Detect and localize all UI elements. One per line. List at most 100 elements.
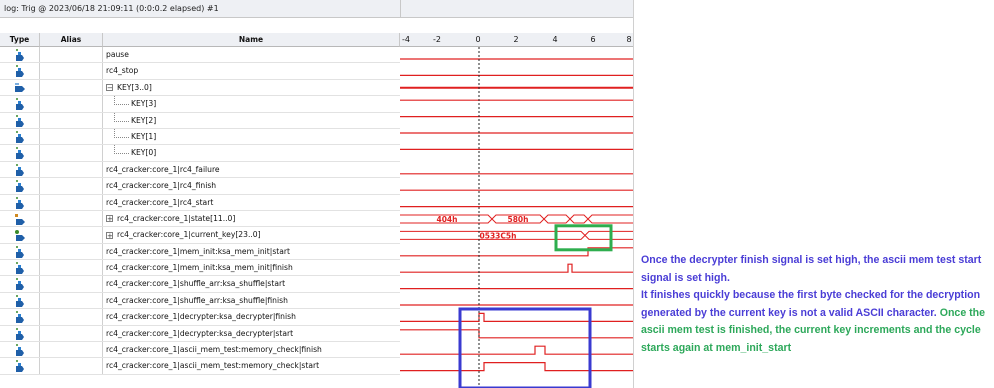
- alias-cell: [40, 96, 103, 112]
- signal-row[interactable]: rc4_cracker:core_1|shuffle_arr:ksa_shuff…: [0, 292, 400, 310]
- log-header-blank: [400, 0, 633, 18]
- signal-row[interactable]: rc4_cracker:core_1|shuffle_arr:ksa_shuff…: [0, 276, 400, 293]
- signal-name: rc4_cracker:core_1|decrypter:ksa_decrypt…: [106, 328, 294, 338]
- collapse-icon[interactable]: −: [106, 84, 113, 92]
- tick-label: 6: [590, 35, 596, 44]
- type-cell: [0, 194, 40, 210]
- column-header-name[interactable]: Name: [103, 33, 400, 47]
- expand-icon[interactable]: +: [106, 215, 113, 223]
- bus-segment: [569, 214, 589, 224]
- signal-name-cell: KEY[1]: [103, 128, 400, 144]
- input-pin-icon: [16, 311, 24, 324]
- signal-row[interactable]: KEY[3]: [0, 96, 400, 113]
- input-pin-icon: [16, 49, 24, 61]
- signal-name-cell: rc4_cracker:core_1|ascii_mem_test:memory…: [103, 342, 400, 357]
- signal-trace: [400, 345, 633, 355]
- signal-row[interactable]: rc4_cracker:core_1|ascii_mem_test:memory…: [0, 342, 400, 359]
- signal-name-cell: + rc4_cracker:core_1|current_key[23..0]: [103, 227, 400, 242]
- input-pin-icon: [16, 262, 24, 275]
- input-pin-icon: [16, 65, 24, 78]
- signal-name: rc4_cracker:core_1|state[11..0]: [117, 213, 236, 223]
- input-pin-icon: [16, 245, 24, 258]
- annotation-blue-2: It finishes quickly because the first by…: [641, 289, 981, 319]
- signal-name: KEY[3]: [131, 99, 157, 109]
- signal-row[interactable]: rc4_cracker:core_1|rc4_failure: [0, 161, 400, 179]
- alias-cell: [40, 128, 103, 145]
- signal-name-cell: rc4_stop: [103, 63, 400, 78]
- signal-row[interactable]: + rc4_cracker:core_1|current_key[23..0]: [0, 227, 400, 244]
- signal-row[interactable]: rc4_cracker:core_1|mem_init:ksa_mem_init…: [0, 243, 400, 261]
- alias-cell: [40, 161, 103, 178]
- signal-name: KEY[3..0]: [117, 82, 152, 92]
- bus-input-icon: [15, 82, 25, 92]
- bus-value-label: 580h: [508, 215, 529, 224]
- signal-name: rc4_cracker:core_1|ascii_mem_test:memory…: [106, 345, 322, 355]
- signal-name: KEY[2]: [131, 115, 157, 125]
- input-pin-icon: [16, 114, 24, 127]
- signal-row[interactable]: rc4_cracker:core_1|mem_init:ksa_mem_init…: [0, 260, 400, 277]
- bus-segment: [584, 230, 633, 240]
- expand-icon[interactable]: +: [106, 231, 113, 239]
- input-pin-icon: [16, 327, 24, 340]
- signal-row[interactable]: rc4_cracker:core_1|decrypter:ksa_decrypt…: [0, 309, 400, 326]
- signal-row[interactable]: rc4_cracker:core_1|ascii_mem_test:memory…: [0, 358, 400, 375]
- bus-value-label: 0533C5h: [480, 231, 517, 240]
- signal-name-cell: pause: [103, 47, 400, 62]
- column-header-type[interactable]: Type: [0, 33, 40, 47]
- alias-cell: [40, 342, 103, 358]
- tick-label: 8: [626, 35, 632, 44]
- type-cell: [0, 309, 40, 325]
- signal-row[interactable]: KEY[0]: [0, 145, 400, 162]
- signal-row[interactable]: − KEY[3..0]: [0, 79, 400, 97]
- input-pin-icon: [16, 98, 24, 111]
- bus-state-icon: [15, 213, 25, 225]
- signal-row[interactable]: rc4_cracker:core_1|rc4_start: [0, 194, 400, 211]
- signal-name-cell: + rc4_cracker:core_1|state[11..0]: [103, 211, 400, 226]
- signal-row[interactable]: rc4_stop: [0, 63, 400, 80]
- input-pin-icon: [16, 196, 24, 209]
- signal-row[interactable]: + rc4_cracker:core_1|state[11..0]: [0, 210, 400, 228]
- type-cell: [0, 342, 40, 358]
- signal-name: KEY[1]: [131, 131, 157, 141]
- signal-trace: [400, 312, 633, 322]
- signal-name-cell: rc4_cracker:core_1|decrypter:ksa_decrypt…: [103, 326, 400, 341]
- signal-name: rc4_cracker:core_1|mem_init:ksa_mem_init…: [106, 263, 293, 273]
- tick-label: 0: [475, 35, 481, 44]
- tick-label: 2: [513, 35, 519, 44]
- waveform-panel[interactable]: 404h 580h 0533C5h: [400, 47, 633, 388]
- input-pin-icon: [16, 163, 24, 176]
- timeline-ruler[interactable]: -4 -2 0 2 4 6 8: [400, 33, 633, 47]
- signal-trace: [400, 362, 633, 372]
- alias-cell: [40, 178, 103, 194]
- type-cell: [0, 63, 40, 79]
- tree-connector: [114, 128, 129, 138]
- input-pin-icon: [16, 147, 24, 160]
- type-cell: [0, 79, 40, 96]
- signal-name: rc4_cracker:core_1|mem_init:ksa_mem_init…: [106, 246, 291, 256]
- type-cell: [0, 260, 40, 276]
- input-pin-icon: [16, 360, 24, 373]
- input-pin-icon: [16, 344, 24, 357]
- type-cell: [0, 210, 40, 227]
- signal-row[interactable]: KEY[2]: [0, 112, 400, 129]
- signal-row[interactable]: pause: [0, 47, 400, 64]
- alias-cell: [40, 47, 103, 63]
- signal-row[interactable]: KEY[1]: [0, 128, 400, 146]
- signal-name-cell: − KEY[3..0]: [103, 80, 400, 95]
- signal-name: rc4_stop: [106, 66, 139, 76]
- alias-cell: [40, 309, 103, 325]
- signal-name-cell: rc4_cracker:core_1|decrypter:ksa_decrypt…: [103, 309, 400, 324]
- column-header-alias[interactable]: Alias: [40, 33, 103, 47]
- signal-row[interactable]: rc4_cracker:core_1|decrypter:ksa_decrypt…: [0, 325, 400, 343]
- alias-cell: [40, 325, 103, 342]
- alias-cell: [40, 194, 103, 210]
- bus-key-icon: [15, 230, 25, 242]
- signal-name-cell: rc4_cracker:core_1|shuffle_arr:ksa_shuff…: [103, 293, 400, 308]
- signal-name: rc4_cracker:core_1|decrypter:ksa_decrypt…: [106, 312, 296, 322]
- tree-connector: [114, 145, 129, 155]
- signal-row[interactable]: rc4_cracker:core_1|rc4_finish: [0, 178, 400, 195]
- bus-value-label: 404h: [437, 215, 458, 224]
- type-cell: [0, 128, 40, 145]
- signal-name: rc4_cracker:core_1|shuffle_arr:ksa_shuff…: [106, 295, 288, 305]
- signal-name: rc4_cracker:core_1|shuffle_arr:ksa_shuff…: [106, 279, 286, 289]
